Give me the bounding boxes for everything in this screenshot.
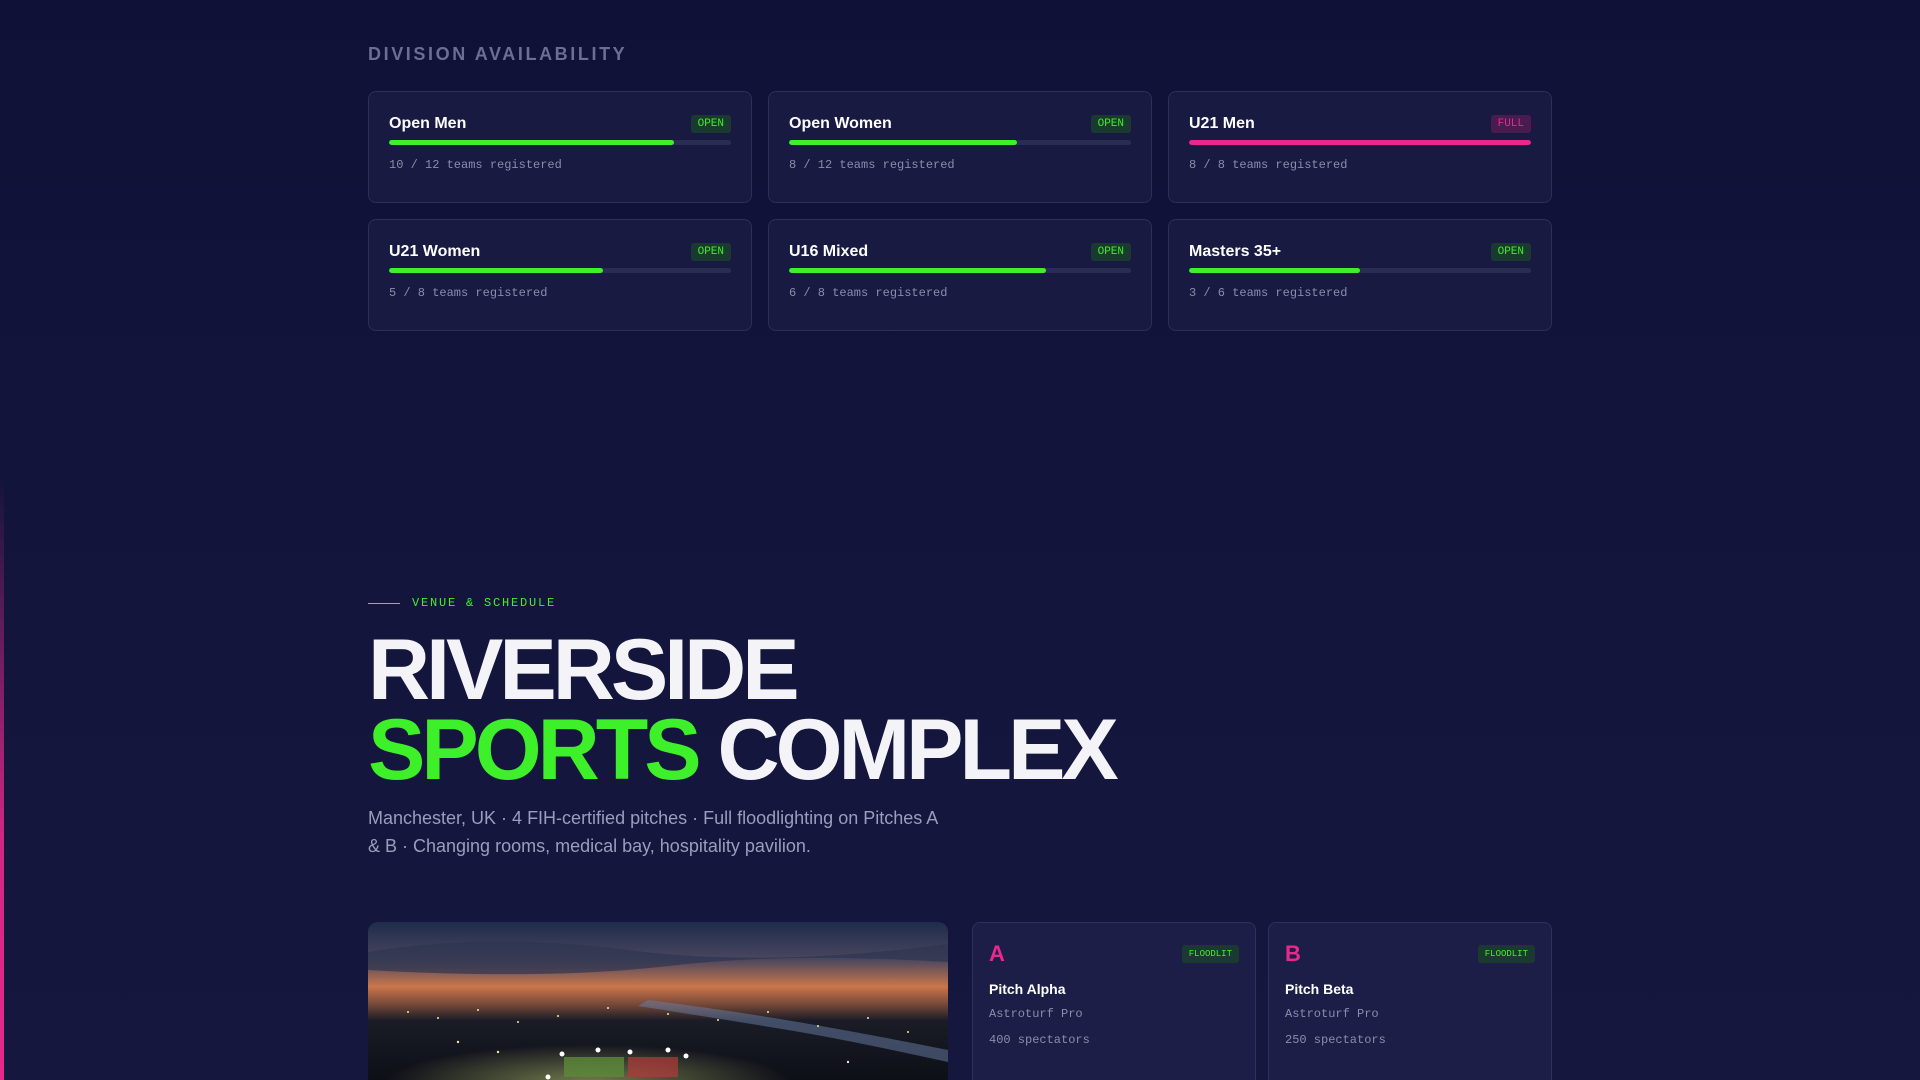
progress-track: [389, 268, 731, 273]
floodlit-badge: FLOODLIT: [1181, 945, 1239, 963]
division-card-u16-mixed[interactable]: U16 Mixed OPEN 6 / 8 teams registered: [768, 219, 1152, 331]
division-card-open-women[interactable]: Open Women OPEN 8 / 12 teams registered: [768, 91, 1152, 203]
division-card-u21-women[interactable]: U21 Women OPEN 5 / 8 teams registered: [368, 219, 752, 331]
progress-track: [789, 268, 1131, 273]
venue-title-rest: COMPLEX: [717, 702, 1119, 798]
status-badge: OPEN: [690, 115, 731, 133]
progress-fill: [389, 268, 603, 273]
division-name: Open Men: [389, 115, 467, 132]
division-card-open-men[interactable]: Open Men OPEN 10 / 12 teams registered: [368, 91, 752, 203]
progress-fill: [1189, 268, 1360, 273]
pitch-card-beta[interactable]: B FLOODLIT Pitch Beta Astroturf Pro 250 …: [1268, 922, 1552, 1080]
progress-track: [789, 140, 1131, 145]
pitch-letter: B: [1285, 941, 1301, 966]
pitch-name: Pitch Alpha: [989, 981, 1066, 997]
division-availability-section: DIVISION AVAILABILITY Open Men OPEN 10 /…: [368, 44, 1552, 331]
section-title: DIVISION AVAILABILITY: [368, 44, 628, 64]
pitch-capacity: 250 spectators: [1285, 1033, 1386, 1047]
pitch-surface: Astroturf Pro: [1285, 1007, 1379, 1021]
progress-track: [1189, 140, 1531, 145]
venue-details-row: A FLOODLIT Pitch Alpha Astroturf Pro 400…: [368, 922, 1552, 1080]
registration-count: 6 / 8 teams registered: [789, 286, 948, 300]
status-badge: OPEN: [1090, 243, 1131, 261]
pitch-card-alpha[interactable]: A FLOODLIT Pitch Alpha Astroturf Pro 400…: [972, 922, 1256, 1080]
left-accent-strip: [0, 480, 4, 1080]
eyebrow-text: VENUE & SCHEDULE: [412, 596, 557, 610]
eyebrow-line: [368, 602, 400, 604]
floodlit-badge: FLOODLIT: [1477, 945, 1535, 963]
venue-section: VENUE & SCHEDULE RIVERSIDE SPORTS COMPLE…: [368, 596, 1552, 860]
registration-count: 10 / 12 teams registered: [389, 158, 562, 172]
pitch-surface: Astroturf Pro: [989, 1007, 1083, 1021]
division-name: U21 Men: [1189, 115, 1255, 132]
progress-fill: [389, 140, 674, 145]
division-card-masters-35[interactable]: Masters 35+ OPEN 3 / 6 teams registered: [1168, 219, 1552, 331]
division-grid: Open Men OPEN 10 / 12 teams registered O…: [368, 91, 1552, 331]
registration-count: 8 / 8 teams registered: [1189, 158, 1348, 172]
venue-description: Manchester, UK · 4 FIH-certified pitches…: [368, 808, 938, 856]
division-name: Masters 35+: [1189, 243, 1282, 260]
progress-track: [389, 140, 731, 145]
pitch-letter: A: [989, 941, 1005, 966]
progress-fill: [1189, 140, 1531, 145]
progress-fill: [789, 268, 1046, 273]
venue-title-highlight: SPORTS: [368, 702, 702, 798]
venue-aerial-photo: [368, 922, 948, 1080]
pitch-capacity: 400 spectators: [989, 1033, 1090, 1047]
venue-title: RIVERSIDE SPORTS COMPLEX: [368, 627, 1552, 793]
status-badge: OPEN: [1090, 115, 1131, 133]
progress-fill: [789, 140, 1018, 145]
pitch-name: Pitch Beta: [1285, 981, 1354, 997]
division-name: U21 Women: [389, 243, 481, 260]
registration-count: 5 / 8 teams registered: [389, 286, 548, 300]
venue-eyebrow: VENUE & SCHEDULE: [368, 596, 1552, 610]
status-badge: FULL: [1490, 115, 1531, 133]
registration-count: 8 / 12 teams registered: [789, 158, 955, 172]
division-name: U16 Mixed: [789, 243, 869, 260]
status-badge: OPEN: [690, 243, 731, 261]
progress-track: [1189, 268, 1531, 273]
division-name: Open Women: [789, 115, 892, 132]
registration-count: 3 / 6 teams registered: [1189, 286, 1348, 300]
status-badge: OPEN: [1490, 243, 1531, 261]
division-card-u21-men[interactable]: U21 Men FULL 8 / 8 teams registered: [1168, 91, 1552, 203]
